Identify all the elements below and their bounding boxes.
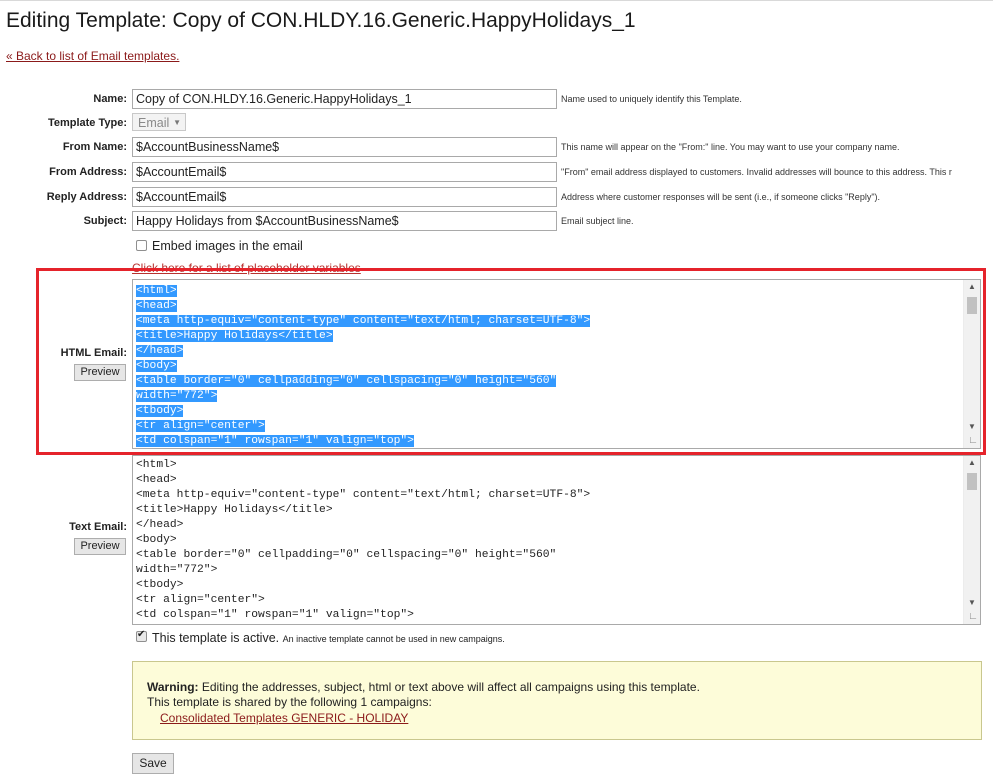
scroll-thumb[interactable]	[967, 473, 977, 490]
warning-line: Warning: Editing the addresses, subject,…	[147, 680, 700, 694]
from-address-input[interactable]: $AccountEmail$	[132, 162, 557, 182]
from-name-input[interactable]: $AccountBusinessName$	[132, 137, 557, 157]
code-line-text: <tr align="center">	[136, 594, 265, 606]
code-line-text: <meta http-equiv="content-type" content=…	[136, 489, 591, 501]
text-email-textarea[interactable]: <html> <head> <meta http-equiv="content-ty…	[132, 455, 981, 625]
back-to-templates-link[interactable]: « Back to list of Email templates.	[6, 49, 179, 63]
shared-campaigns-text: This template is shared by the following…	[147, 695, 432, 709]
code-line: <tbody>	[136, 578, 980, 593]
code-line-text: <head>	[136, 474, 177, 486]
code-line-text: <td colspan="1" rowspan="1" valign="top"…	[136, 609, 414, 621]
code-line-text: <body>	[136, 534, 177, 546]
code-line: <table border="0" cellpadding="0" cellsp…	[136, 548, 980, 563]
template-type-label: Template Type:	[47, 117, 127, 129]
name-input[interactable]: Copy of CON.HLDY.16.Generic.HappyHoliday…	[132, 89, 557, 109]
active-note: An inactive template cannot be used in n…	[282, 634, 505, 644]
subject-input[interactable]: Happy Holidays from $AccountBusinessName…	[132, 211, 557, 231]
code-line-text: <html>	[136, 459, 177, 471]
active-label-text: This template is active.	[152, 631, 280, 645]
template-type-select[interactable]: Email ▼	[132, 113, 186, 131]
page-title: Editing Template: Copy of CON.HLDY.16.Ge…	[6, 9, 636, 32]
text-email-label: Text Email:	[69, 521, 127, 533]
campaign-link[interactable]: Consolidated Templates GENERIC - HOLIDAY	[160, 711, 408, 725]
from-address-label: From Address:	[49, 166, 127, 178]
code-line: <title>Happy Holidays</title>	[136, 503, 980, 518]
code-line-text: <title>Happy Holidays</title>	[136, 504, 333, 516]
reply-address-hint: Address where customer responses will be…	[561, 192, 881, 202]
subject-hint: Email subject line.	[561, 216, 634, 226]
name-label: Name:	[93, 93, 127, 105]
code-line-text: </head>	[136, 519, 184, 531]
text-email-code: <html> <head> <meta http-equiv="content-ty…	[133, 456, 980, 623]
code-line-text: width="772">	[136, 564, 218, 576]
from-name-label: From Name:	[62, 141, 127, 153]
reply-address-input[interactable]: $AccountEmail$	[132, 187, 557, 207]
active-label: This template is active. An inactive tem…	[152, 631, 505, 645]
code-line: <head>	[136, 473, 980, 488]
subject-label: Subject:	[83, 215, 127, 227]
scroll-up-icon[interactable]: ▲	[964, 456, 980, 470]
name-hint: Name used to uniquely identify this Temp…	[561, 94, 742, 104]
template-type-value: Email	[138, 116, 170, 130]
code-line: width="772">	[136, 563, 980, 578]
from-name-hint: This name will appear on the "From:" lin…	[561, 142, 900, 152]
text-email-scrollbar[interactable]: ▲ ▼	[963, 456, 980, 624]
code-line: <body>	[136, 533, 980, 548]
warning-message: Editing the addresses, subject, html or …	[198, 680, 700, 694]
warning-bold: Warning:	[147, 680, 199, 694]
embed-images-label: Embed images in the email	[152, 239, 303, 253]
from-address-hint: "From" email address displayed to custom…	[561, 167, 952, 177]
text-preview-button[interactable]: Preview	[74, 538, 126, 555]
save-button[interactable]: Save	[132, 753, 174, 774]
code-line: </head>	[136, 518, 980, 533]
highlight-annotation-box	[36, 268, 986, 455]
resize-handle-icon[interactable]: ∟	[967, 611, 979, 623]
embed-images-checkbox[interactable]	[136, 240, 147, 251]
code-line: <tr align="center">	[136, 593, 980, 608]
code-line: <td colspan="1" rowspan="1" valign="top"…	[136, 608, 980, 623]
code-line: <html>	[136, 458, 980, 473]
reply-address-label: Reply Address:	[46, 191, 127, 203]
scroll-down-icon[interactable]: ▼	[964, 596, 980, 610]
chevron-down-icon: ▼	[173, 118, 181, 127]
code-line-text: <tbody>	[136, 579, 184, 591]
code-line: <meta http-equiv="content-type" content=…	[136, 488, 980, 503]
top-rule	[0, 0, 993, 1]
warning-box: Warning: Editing the addresses, subject,…	[132, 661, 982, 740]
active-checkbox[interactable]	[136, 629, 147, 642]
code-line-text: <table border="0" cellpadding="0" cellsp…	[136, 549, 557, 561]
